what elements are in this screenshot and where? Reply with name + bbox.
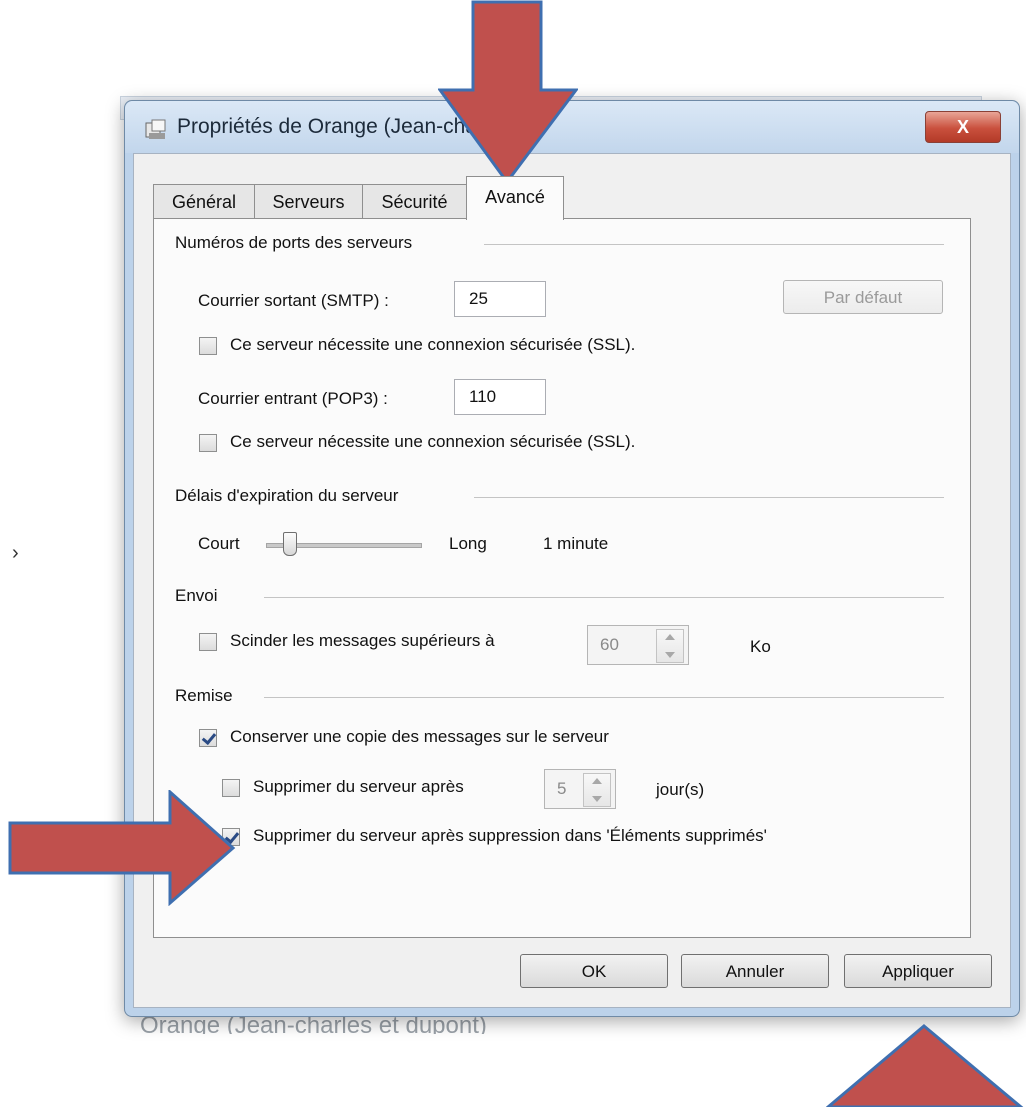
days-stepper[interactable]: 5 xyxy=(544,769,616,809)
smtp-port-label: Courrier sortant (SMTP) : xyxy=(198,291,389,310)
close-button[interactable]: X xyxy=(925,111,1001,143)
split-messages-checkbox[interactable] xyxy=(199,633,217,651)
default-ports-button[interactable]: Par défaut xyxy=(783,280,943,314)
mail-account-icon xyxy=(145,119,166,139)
timeout-slider-thumb[interactable] xyxy=(283,532,298,556)
group-divider xyxy=(264,697,944,698)
pop3-port-label: Courrier entrant (POP3) : xyxy=(198,389,388,408)
apply-button[interactable]: Appliquer xyxy=(844,954,992,988)
smtp-ssl-label: Ce serveur nécessite une connexion sécur… xyxy=(230,335,636,354)
group-divider xyxy=(474,497,944,498)
keep-copy-label: Conserver une copie des messages sur le … xyxy=(230,727,609,746)
split-messages-label: Scinder les messages supérieurs à xyxy=(230,631,495,650)
tab-servers[interactable]: Serveurs xyxy=(254,184,363,219)
stepper-arrows-icon[interactable] xyxy=(583,773,611,807)
arrow-down-annotation-icon xyxy=(438,0,578,185)
days-unit: jour(s) xyxy=(656,780,705,799)
arrow-shape xyxy=(826,1024,1024,1107)
background-glyph: › xyxy=(12,542,19,564)
delete-when-deleted-label: Supprimer du serveur après suppression d… xyxy=(253,826,767,845)
group-title-ports: Numéros de ports des serveurs xyxy=(175,233,423,253)
tab-advanced[interactable]: Avancé xyxy=(466,176,564,220)
pop3-ssl-checkbox[interactable] xyxy=(199,434,217,452)
group-title-send: Envoi xyxy=(175,586,228,606)
smtp-port-field[interactable]: 25 xyxy=(454,281,546,317)
tab-general[interactable]: Général xyxy=(153,184,255,219)
pop3-ssl-label: Ce serveur nécessite une connexion sécur… xyxy=(230,432,636,451)
keep-copy-checkbox[interactable] xyxy=(199,729,217,747)
dialog-client-area: Général Serveurs Sécurité Avancé Numéros… xyxy=(133,153,1011,1008)
smtp-ssl-checkbox[interactable] xyxy=(199,337,217,355)
properties-dialog: Propriétés de Orange (Jean-charles) X Gé… xyxy=(124,100,1020,1017)
group-title-timeout: Délais d'expiration du serveur xyxy=(175,486,409,506)
timeout-long-label: Long xyxy=(449,534,487,553)
group-divider xyxy=(264,597,944,598)
group-title-delivery: Remise xyxy=(175,686,243,706)
delete-after-label: Supprimer du serveur après xyxy=(253,777,464,796)
split-size-stepper[interactable]: 60 xyxy=(587,625,689,665)
group-divider xyxy=(484,244,944,245)
cancel-button[interactable]: Annuler xyxy=(681,954,829,988)
arrow-right-annotation-icon xyxy=(8,790,236,906)
ok-button[interactable]: OK xyxy=(520,954,668,988)
arrow-shape xyxy=(8,790,236,906)
pop3-port-field[interactable]: 110 xyxy=(454,379,546,415)
days-value: 5 xyxy=(557,779,567,798)
stepper-arrows-icon[interactable] xyxy=(656,629,684,663)
timeout-value: 1 minute xyxy=(543,534,609,553)
arrow-shape xyxy=(438,0,578,185)
split-size-unit: Ko xyxy=(750,637,771,656)
tab-panel-advanced: Numéros de ports des serveurs Courrier s… xyxy=(153,218,971,938)
arrow-up-annotation-icon xyxy=(826,1024,1024,1107)
tab-security[interactable]: Sécurité xyxy=(362,184,467,219)
split-size-value: 60 xyxy=(600,635,619,654)
timeout-short-label: Court xyxy=(198,534,240,553)
